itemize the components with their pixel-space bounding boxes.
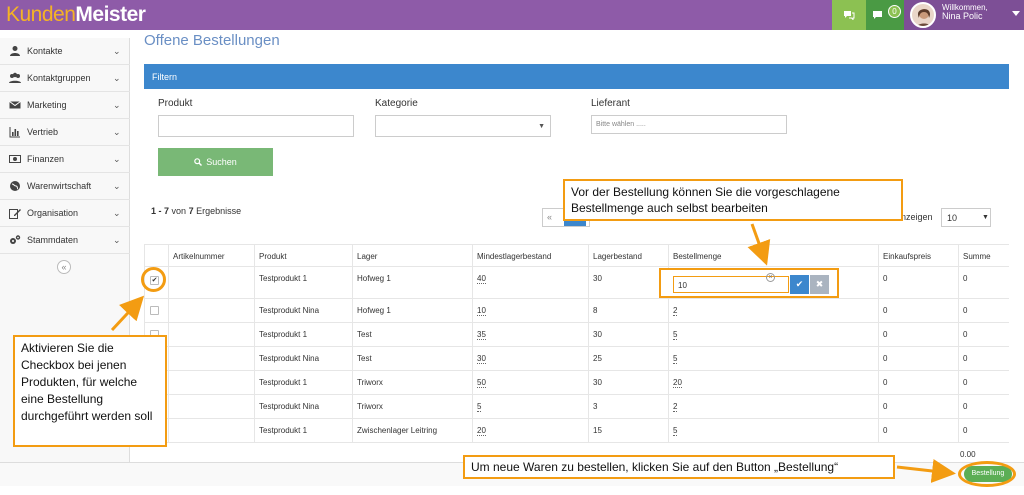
speech-bubbles-icon <box>844 11 855 20</box>
user-name: Nina Polic <box>942 11 983 21</box>
caret-down-icon: ▼ <box>982 214 989 221</box>
user-greeting: Willkommen, Nina Polic <box>942 3 988 21</box>
chevron-down-icon: ⌄ <box>113 100 121 110</box>
chevron-down-icon: ⌄ <box>113 235 121 245</box>
sidebar-item-kontaktgruppen[interactable]: Kontaktgruppen ⌄ <box>0 65 130 92</box>
editable-order-quantity[interactable]: 5 <box>673 426 678 436</box>
table-row[interactable]: ✔ Testprodukt 1 Hofweg 1 40 30 0 0 <box>144 267 1009 299</box>
chevron-down-icon: ⌄ <box>113 73 121 83</box>
message-icon <box>873 11 882 19</box>
produkt-input[interactable] <box>158 115 354 137</box>
top-bar: KundenMeister 0 Willkommen, Nina Polic <box>0 0 1024 30</box>
search-icon <box>194 158 203 166</box>
table-row[interactable]: Testprodukt 1 Triworx 50 30 20 0 0 <box>144 371 1009 395</box>
produkt-label: Produkt <box>158 98 193 109</box>
filter-panel-header[interactable]: Filtern <box>144 64 1009 89</box>
editable-min-stock[interactable]: 50 <box>477 378 486 388</box>
confirm-button[interactable]: ✔ <box>790 275 809 294</box>
sidebar-item-vertrieb[interactable]: Vertrieb ⌄ <box>0 119 130 146</box>
editable-min-stock[interactable]: 40 <box>477 274 486 284</box>
chat-button[interactable] <box>832 0 866 30</box>
table-row[interactable]: Testprodukt Nina Hofweg 1 10 8 2 0 0 <box>144 299 1009 323</box>
order-quantity-editor: 10 × ✔ ✖ <box>659 268 839 298</box>
lieferant-select[interactable]: Bitte wählen ..... <box>591 115 787 134</box>
search-button[interactable]: Suchen <box>158 148 273 176</box>
header-mindestlagerbestand: Mindestlagerbestand <box>472 245 588 266</box>
page-title: Offene Bestellungen <box>144 32 280 49</box>
collapse-sidebar-button[interactable]: « <box>57 260 71 274</box>
check-icon: ✔ <box>795 279 804 289</box>
table-row[interactable]: Testprodukt 1 Test 35 30 5 0 0 <box>144 323 1009 347</box>
user-menu[interactable]: Willkommen, Nina Polic <box>904 0 1024 30</box>
editable-min-stock[interactable]: 35 <box>477 330 486 340</box>
lieferant-label: Lieferant <box>591 98 630 109</box>
caret-down-icon: ▼ <box>538 123 545 130</box>
table-row[interactable]: Testprodukt 1 Zwischenlager Leitring 20 … <box>144 419 1009 443</box>
cancel-button[interactable]: ✖ <box>810 275 829 294</box>
pagination-prev[interactable]: « <box>547 212 552 222</box>
sidebar-item-organisation[interactable]: Organisation ⌄ <box>0 200 130 227</box>
chevron-down-icon: ⌄ <box>113 154 121 164</box>
kategorie-select[interactable]: ▼ <box>375 115 551 137</box>
chevron-down-icon: ⌄ <box>113 208 121 218</box>
edit-icon <box>9 209 21 219</box>
editable-order-quantity[interactable]: 5 <box>673 330 678 340</box>
kategorie-label: Kategorie <box>375 98 418 109</box>
chevron-down-icon: ⌄ <box>113 127 121 137</box>
row-checkbox[interactable] <box>150 306 159 315</box>
editable-min-stock[interactable]: 10 <box>477 306 486 316</box>
table-header-row: Artikelnummer Produkt Lager Mindestlager… <box>144 244 1009 267</box>
header-artikelnummer: Artikelnummer <box>168 245 254 266</box>
avatar <box>910 2 936 28</box>
header-produkt: Produkt <box>254 245 352 266</box>
header-einkaufspreis: Einkaufspreis <box>878 245 958 266</box>
header-lager: Lager <box>352 245 472 266</box>
sidebar-item-warenwirtschaft[interactable]: Warenwirtschaft ⌄ <box>0 173 130 200</box>
editable-order-quantity[interactable]: 2 <box>673 402 678 412</box>
clear-icon[interactable]: × <box>766 273 775 282</box>
chevron-down-icon: ⌄ <box>113 46 121 56</box>
result-count: 1 - 7 von 7 Ergebnisse <box>151 206 242 216</box>
per-page-select[interactable]: 10 ▼ <box>941 208 991 227</box>
bar-chart-icon <box>9 127 20 138</box>
envelope-icon <box>9 101 21 109</box>
sidebar-item-finanzen[interactable]: Finanzen ⌄ <box>0 146 130 173</box>
editable-order-quantity[interactable]: 20 <box>673 378 682 388</box>
messages-button[interactable]: 0 <box>866 0 904 30</box>
editable-order-quantity[interactable]: 5 <box>673 354 678 364</box>
editable-min-stock[interactable]: 30 <box>477 354 486 364</box>
caret-down-icon <box>1012 11 1020 16</box>
header-select <box>144 245 168 266</box>
edit-quantity-callout: Vor der Bestellung können Sie die vorges… <box>563 179 903 221</box>
editable-order-quantity[interactable]: 2 <box>673 306 678 316</box>
order-button-callout: Um neue Waren zu bestellen, klicken Sie … <box>463 455 895 479</box>
table-total: 0.00 <box>960 450 976 459</box>
header-bestellmenge: Bestellmenge <box>668 245 878 266</box>
person-icon <box>10 46 20 56</box>
chevron-down-icon: ⌄ <box>113 181 121 191</box>
checkbox-highlight-ring <box>141 267 166 292</box>
sidebar-item-marketing[interactable]: Marketing ⌄ <box>0 92 130 119</box>
group-icon <box>9 72 21 83</box>
table-row[interactable]: Testprodukt Nina Triworx 5 3 2 0 0 <box>144 395 1009 419</box>
editable-min-stock[interactable]: 20 <box>477 426 486 436</box>
sidebar-item-stammdaten[interactable]: Stammdaten ⌄ <box>0 227 130 254</box>
globe-icon <box>10 181 20 191</box>
money-icon <box>9 155 21 163</box>
table-row[interactable]: Testprodukt Nina Test 30 25 5 0 0 <box>144 347 1009 371</box>
gears-icon <box>10 235 21 244</box>
close-icon: ✖ <box>815 279 824 289</box>
editable-min-stock[interactable]: 5 <box>477 402 482 412</box>
sidebar-item-kontakte[interactable]: Kontakte ⌄ <box>0 38 130 65</box>
header-lagerbestand: Lagerbestand <box>588 245 668 266</box>
button-highlight-ring <box>958 461 1016 487</box>
message-count-badge: 0 <box>888 5 901 18</box>
header-summe: Summe <box>958 245 1009 266</box>
checkbox-callout: Aktivieren Sie die Checkbox bei jenen Pr… <box>13 335 167 447</box>
app-logo[interactable]: KundenMeister <box>6 3 146 27</box>
